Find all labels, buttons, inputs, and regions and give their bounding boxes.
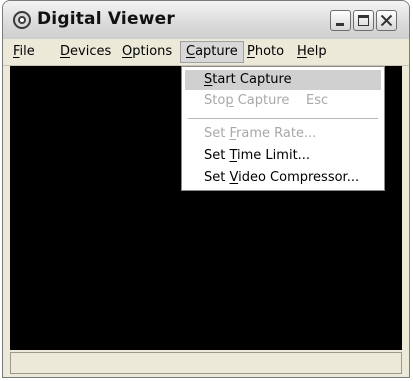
capture-dropdown-menu: Start Capture Stop Capture Esc Set Frame … bbox=[181, 66, 385, 191]
set-video-compressor-key: V bbox=[229, 170, 239, 185]
close-button[interactable] bbox=[376, 10, 397, 31]
menu-help-key: H bbox=[297, 44, 307, 59]
menu-item-set-frame-rate[interactable]: Set Frame Rate... bbox=[185, 124, 381, 144]
menu-devices[interactable]: Devices bbox=[55, 42, 116, 62]
set-video-compressor-post: ideo Compressor... bbox=[238, 170, 360, 185]
menu-photo[interactable]: Photo bbox=[242, 42, 289, 62]
set-frame-rate-post: rame Rate... bbox=[236, 126, 317, 141]
start-capture-post: tart Capture bbox=[212, 72, 292, 87]
set-video-compressor-pre: Set bbox=[204, 170, 230, 185]
stop-capture-key: p bbox=[225, 93, 234, 108]
status-bar bbox=[10, 352, 402, 374]
set-time-limit-key: T bbox=[229, 148, 238, 163]
menu-separator bbox=[188, 118, 378, 119]
menu-options-post: ptions bbox=[132, 44, 173, 59]
menu-item-start-capture[interactable]: Start Capture bbox=[185, 70, 381, 90]
menu-capture[interactable]: Capture bbox=[180, 41, 244, 63]
menu-devices-post: evices bbox=[70, 44, 112, 59]
stop-capture-pre: Sto bbox=[204, 93, 226, 108]
menu-devices-key: D bbox=[60, 44, 71, 59]
close-icon bbox=[380, 14, 393, 27]
menu-photo-key: P bbox=[247, 44, 255, 59]
maximize-button[interactable] bbox=[353, 10, 374, 31]
set-frame-rate-pre: Set bbox=[204, 126, 230, 141]
menu-capture-post: apture bbox=[195, 44, 238, 59]
menu-help-post: elp bbox=[306, 44, 327, 59]
stop-capture-shortcut: Esc bbox=[306, 93, 329, 108]
set-time-limit-post: ime Limit... bbox=[237, 148, 311, 163]
app-window: Digital Viewer File Devices Options Capt… bbox=[2, 0, 410, 378]
window-title: Digital Viewer bbox=[37, 9, 175, 29]
menu-capture-key: C bbox=[186, 44, 196, 59]
webcam-icon[interactable] bbox=[13, 11, 31, 29]
minimize-button[interactable] bbox=[330, 10, 351, 31]
set-time-limit-pre: Set bbox=[204, 148, 230, 163]
menu-photo-post: hoto bbox=[254, 44, 285, 59]
menu-bar: File Devices Options Capture Photo Help bbox=[3, 39, 409, 66]
menu-item-stop-capture[interactable]: Stop Capture Esc bbox=[185, 91, 381, 111]
menu-options[interactable]: Options bbox=[117, 42, 177, 62]
menu-help[interactable]: Help bbox=[292, 42, 332, 62]
menu-file-post: ile bbox=[19, 44, 35, 59]
menu-options-key: O bbox=[122, 44, 133, 59]
menu-item-set-time-limit[interactable]: Set Time Limit... bbox=[185, 146, 381, 166]
menu-item-set-video-compressor[interactable]: Set Video Compressor... bbox=[185, 168, 381, 188]
stop-capture-post: Capture bbox=[233, 93, 290, 108]
title-bar[interactable]: Digital Viewer bbox=[3, 1, 409, 40]
menu-file[interactable]: File bbox=[8, 42, 40, 62]
